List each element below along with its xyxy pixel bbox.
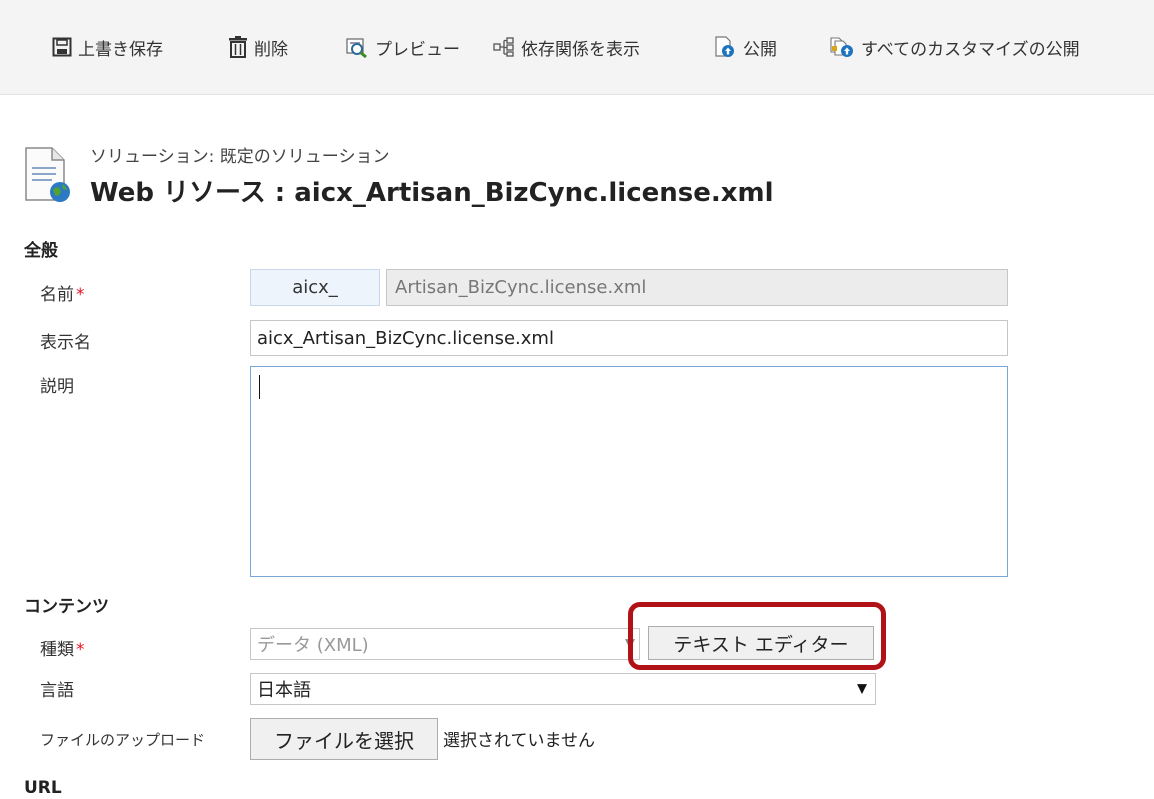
publish-all-button[interactable]: すべてのカスタマイズの公開 [829, 33, 1080, 61]
highlight-annotation [628, 602, 886, 670]
section-url: URL [24, 778, 62, 798]
preview-icon [346, 38, 367, 58]
dependencies-icon [493, 37, 514, 57]
save-button[interactable]: 上書き保存 [52, 33, 163, 61]
save-label: 上書き保存 [78, 39, 163, 60]
no-file-text: 選択されていません [443, 731, 595, 751]
name-label: 名前 * [40, 280, 85, 305]
choose-file-button[interactable]: ファイルを選択 [250, 718, 438, 760]
publish-label: 公開 [743, 39, 777, 60]
required-marker: * [76, 640, 85, 660]
dependencies-button[interactable]: 依存関係を表示 [493, 33, 640, 61]
required-marker: * [76, 285, 85, 305]
name-prefix: aicx_ [250, 269, 380, 306]
preview-label: プレビュー [375, 39, 460, 60]
choose-file-button-label: ファイルを選択 [274, 728, 414, 753]
text-cursor [259, 375, 260, 399]
solution-label: ソリューション: 既定のソリューション [90, 147, 390, 167]
description-textarea[interactable] [250, 366, 1008, 577]
language-label: 言語 [40, 681, 74, 701]
chevron-down-icon: ▼ [857, 681, 867, 697]
language-select-value: 日本語 [257, 680, 311, 701]
save-icon [52, 37, 72, 57]
type-label-text: 種類 [40, 640, 74, 660]
type-select[interactable]: データ (XML) ▼ [250, 628, 640, 660]
type-select-value: データ (XML) [257, 635, 369, 656]
file-upload-label: ファイルのアップロード [40, 731, 206, 749]
name-prefix-text: aicx_ [292, 277, 338, 298]
delete-button[interactable]: 削除 [228, 33, 288, 61]
section-general: 全般 [24, 241, 58, 261]
type-label: 種類 * [40, 635, 85, 660]
display-name-label: 表示名 [40, 333, 91, 353]
page-title: Web リソース : aicx_Artisan_BizCync.license.… [90, 178, 774, 208]
dependencies-label: 依存関係を表示 [521, 39, 640, 60]
display-name-value: aicx_Artisan_BizCync.license.xml [257, 327, 554, 349]
name-input-value: Artisan_BizCync.license.xml [395, 277, 647, 298]
publish-all-label: すべてのカスタマイズの公開 [861, 39, 1080, 60]
language-select[interactable]: 日本語 ▼ [250, 673, 876, 705]
publish-all-icon [830, 37, 853, 57]
section-content: コンテンツ [24, 597, 109, 617]
command-bar: 上書き保存 削除 プレビュー 依存関係を表示 公開 すべてのカスタマイズの公開 [0, 0, 1154, 95]
preview-button[interactable]: プレビュー [345, 33, 460, 61]
solution-icon [25, 147, 70, 202]
trash-icon [229, 36, 247, 58]
name-label-text: 名前 [40, 285, 74, 305]
delete-label: 削除 [254, 39, 288, 60]
description-label: 説明 [40, 377, 74, 397]
display-name-input[interactable]: aicx_Artisan_BizCync.license.xml [250, 320, 1008, 356]
publish-button[interactable]: 公開 [713, 33, 777, 61]
name-input[interactable]: Artisan_BizCync.license.xml [386, 269, 1008, 306]
publish-icon [715, 36, 734, 57]
